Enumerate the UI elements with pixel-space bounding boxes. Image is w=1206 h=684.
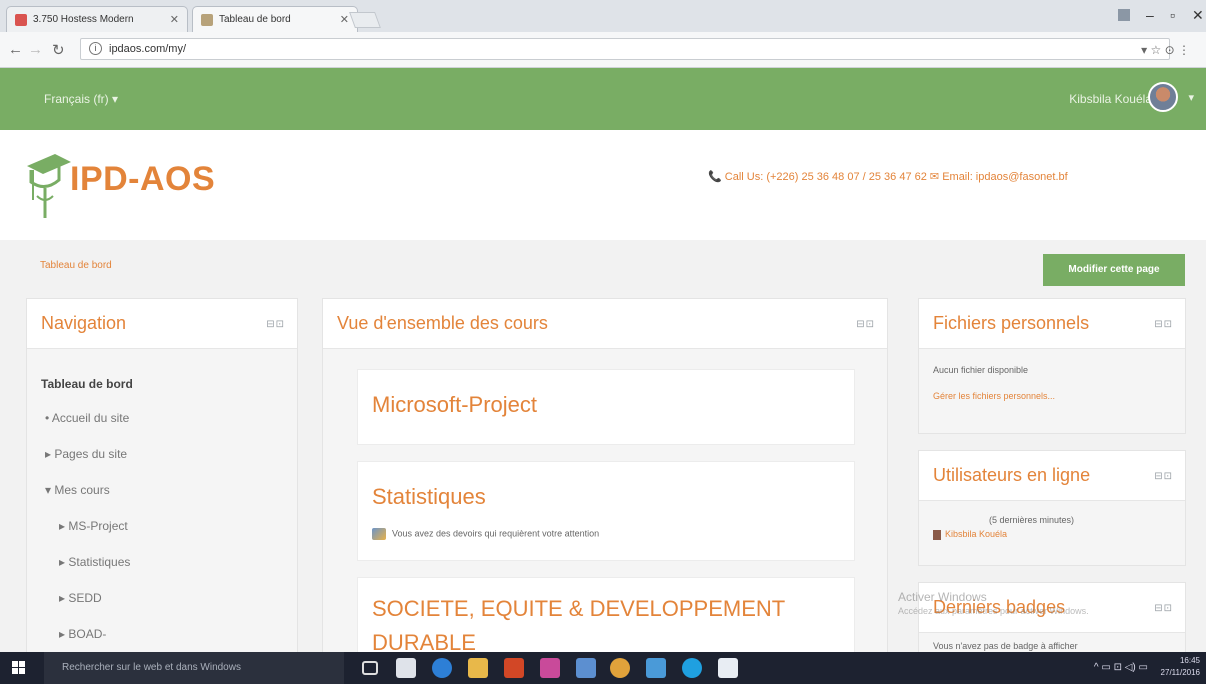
breadcrumb[interactable]: Tableau de bord (40, 260, 112, 271)
close-tab-icon[interactable]: ✕ (340, 13, 349, 26)
avatar[interactable] (1148, 82, 1178, 112)
block-title: Fichiers personnels (933, 313, 1090, 333)
contact-info: 📞 Call Us: (+226) 25 36 48 07 / 25 36 47… (708, 171, 1068, 183)
no-badges-text: Vous n'avez pas de badge à afficher (933, 641, 1078, 651)
browser-tab-bar: 3.750 Hostess Modern ✕ Tableau de bord ✕… (0, 0, 1206, 32)
system-tray-icons[interactable]: ^ ▭ ⊡ ◁) ▭ (1094, 662, 1148, 673)
nav-item-statistiques[interactable]: ▸ Statistiques (59, 555, 130, 569)
dock-block-icon[interactable]: ⊟⊡ (1154, 319, 1173, 330)
clock-time: 16:45 (1179, 656, 1200, 665)
app-icon[interactable] (576, 658, 596, 678)
site-top-bar: Français (fr) ▾ Kibsbila Kouéla ▾ (0, 68, 1206, 130)
bookmark-star-icon[interactable]: ▾ ☆ ⊙ ⋮ (1141, 43, 1190, 57)
no-files-text: Aucun fichier disponible (933, 365, 1029, 375)
edge-icon[interactable] (432, 658, 452, 678)
activation-watermark-sub: Accédez aux paramètres pour activer Wind… (898, 606, 1089, 616)
user-menu-name[interactable]: Kibsbila Kouéla (1069, 92, 1152, 106)
browser-tab-2[interactable]: Tableau de bord ✕ (192, 6, 358, 32)
browser-tab-1[interactable]: 3.750 Hostess Modern ✕ (6, 6, 188, 32)
taskbar-search-input[interactable]: Rechercher sur le web et dans Windows (44, 652, 344, 684)
graduation-cap-icon (27, 154, 71, 218)
online-users-block: Utilisateurs en ligne ⊟⊡ (5 dernières mi… (918, 450, 1186, 566)
app-icon[interactable] (646, 658, 666, 678)
course-title-link[interactable]: SOCIETE, EQUITE & DEVELOPPEMENT (372, 596, 785, 622)
close-tab-icon[interactable]: ✕ (170, 13, 179, 26)
course-title-link[interactable]: Statistiques (372, 484, 486, 510)
block-body: (5 dernières minutes) Kibsbila Kouéla (919, 501, 1185, 565)
edit-page-button[interactable]: Modifier cette page (1043, 254, 1185, 286)
skype-icon[interactable] (682, 658, 702, 678)
dock-block-icon[interactable]: ⊟⊡ (266, 319, 285, 330)
online-user-link[interactable]: Kibsbila Kouéla (933, 529, 1007, 540)
chevron-down-icon[interactable]: ▾ (1188, 91, 1194, 104)
clock-date: 27/11/2016 (1160, 668, 1200, 677)
chrome-icon[interactable] (610, 658, 630, 678)
activation-watermark: Activer Windows (898, 590, 987, 604)
site-header: IPD-AOS 📞 Call Us: (+226) 25 36 48 07 / … (0, 130, 1206, 240)
personal-files-block: Fichiers personnels ⊟⊡ Aucun fichier dis… (918, 298, 1186, 434)
user-icon (933, 529, 941, 540)
block-header: Vue d'ensemble des cours ⊟⊡ (323, 299, 887, 349)
block-title: Utilisateurs en ligne (933, 465, 1091, 485)
breadcrumb-row: Tableau de bord Modifier cette page (0, 240, 1206, 298)
block-header: Utilisateurs en ligne ⊟⊡ (919, 451, 1185, 501)
info-icon[interactable]: i (89, 42, 102, 55)
course-title-link[interactable]: Microsoft-Project (372, 392, 537, 418)
dock-block-icon[interactable]: ⊟⊡ (1154, 471, 1173, 482)
nav-item-site-home[interactable]: • Accueil du site (45, 411, 129, 425)
app-icon[interactable] (540, 658, 560, 678)
back-icon[interactable]: ← (8, 41, 23, 58)
course-card: Statistiques Vous avez des devoirs qui r… (357, 461, 855, 561)
nav-item-ms-project[interactable]: ▸ MS-Project (59, 519, 128, 533)
file-explorer-icon[interactable] (468, 658, 488, 678)
navigation-block: Navigation ⊟⊡ Tableau de bord • Accueil … (26, 298, 298, 659)
nav-item-site-pages[interactable]: ▸ Pages du site (45, 447, 127, 461)
maximize-icon[interactable]: ▫ (1170, 7, 1175, 23)
manage-files-link[interactable]: Gérer les fichiers personnels... (933, 391, 1055, 401)
app-icon[interactable] (718, 658, 738, 678)
site-favicon-icon (15, 14, 27, 26)
dock-block-icon[interactable]: ⊟⊡ (856, 319, 875, 330)
block-title: Vue d'ensemble des cours (337, 313, 548, 333)
site-logo[interactable]: IPD-AOS (70, 160, 215, 199)
nav-item-dashboard[interactable]: Tableau de bord (41, 377, 133, 391)
navigation-body: Tableau de bord • Accueil du site ▸ Page… (27, 349, 297, 659)
task-view-icon[interactable] (362, 661, 378, 675)
profile-icon[interactable] (1118, 9, 1130, 21)
course-notice: Vous avez des devoirs qui requièrent vot… (372, 528, 599, 540)
nav-item-my-courses[interactable]: ▾ Mes cours (45, 483, 110, 497)
clock[interactable]: 16:45 27/11/2016 (1161, 655, 1200, 679)
block-body: Aucun fichier disponible Gérer les fichi… (919, 349, 1185, 433)
windows-start-icon[interactable] (12, 661, 26, 675)
online-period: (5 dernières minutes) (989, 515, 1075, 525)
online-user-name: Kibsbila Kouéla (945, 529, 1008, 539)
forward-icon[interactable]: → (28, 41, 43, 58)
notice-text: Vous avez des devoirs qui requièrent vot… (392, 528, 600, 539)
address-bar[interactable]: i ipdaos.com/my/ (80, 38, 1170, 60)
course-list: Microsoft-Project Statistiques Vous avez… (323, 349, 887, 667)
moodle-favicon-icon (201, 14, 213, 26)
new-tab-button[interactable] (349, 12, 381, 28)
tab-label: Tableau de bord (219, 14, 291, 25)
course-overview-block: Vue d'ensemble des cours ⊟⊡ Microsoft-Pr… (322, 298, 888, 667)
nav-item-sedd[interactable]: ▸ SEDD (59, 591, 102, 605)
minimize-icon[interactable]: – (1146, 7, 1154, 23)
powerpoint-icon[interactable] (504, 658, 524, 678)
block-title: Navigation (41, 313, 127, 333)
close-window-icon[interactable]: ✕ (1192, 7, 1204, 24)
reload-icon[interactable]: ↻ (52, 41, 65, 59)
language-menu[interactable]: Français (fr) ▾ (44, 92, 118, 106)
course-card: Microsoft-Project (357, 369, 855, 445)
block-header: Navigation ⊟⊡ (27, 299, 297, 349)
url-text: ipdaos.com/my/ (109, 43, 187, 55)
browser-toolbar: ← → ↻ i ipdaos.com/my/ ▾ ☆ ⊙ ⋮ (0, 32, 1206, 68)
block-header: Fichiers personnels ⊟⊡ (919, 299, 1185, 349)
store-icon[interactable] (396, 658, 416, 678)
dock-block-icon[interactable]: ⊟⊡ (1154, 603, 1173, 614)
taskbar: Rechercher sur le web et dans Windows ^ … (0, 652, 1206, 684)
assignment-icon (372, 528, 386, 540)
tab-label: 3.750 Hostess Modern (33, 14, 134, 25)
nav-item-boad[interactable]: ▸ BOAD- (59, 627, 106, 641)
